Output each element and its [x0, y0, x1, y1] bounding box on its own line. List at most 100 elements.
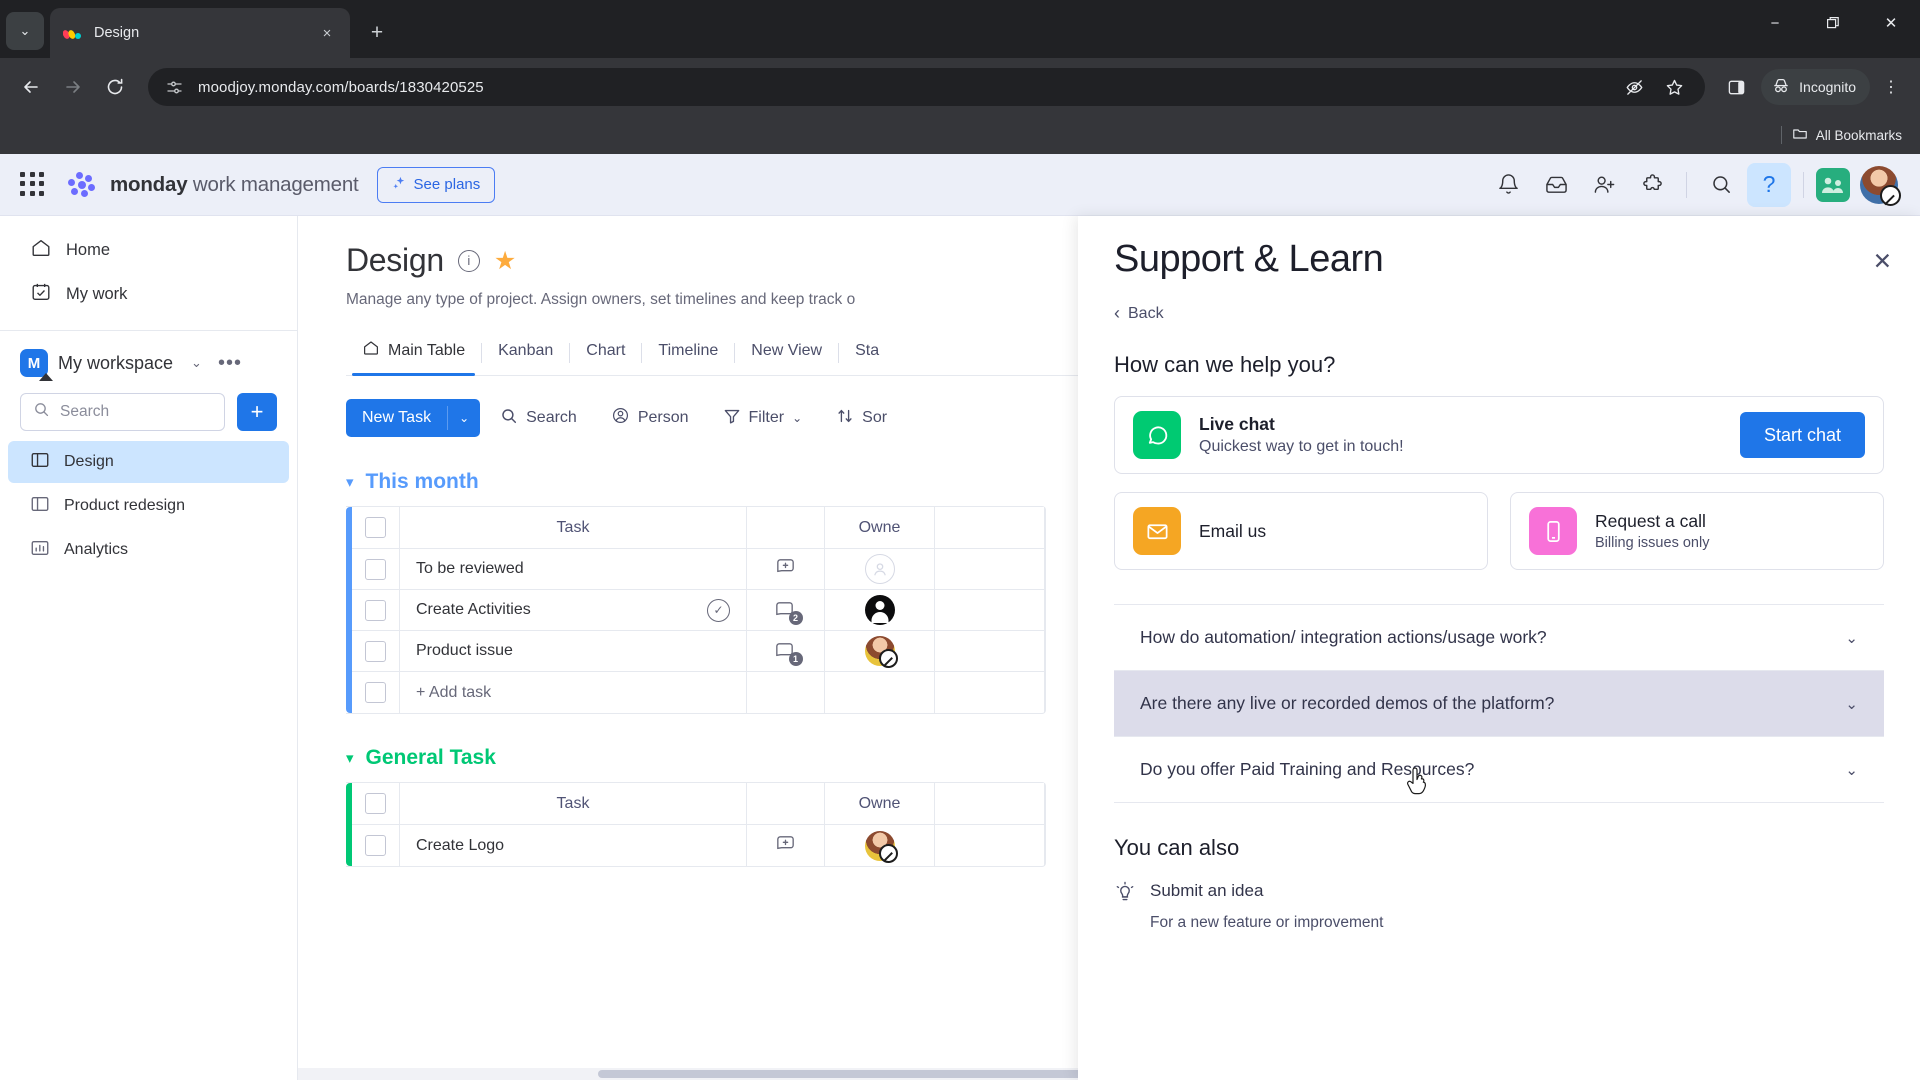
site-settings-icon[interactable] — [162, 75, 186, 99]
bookmark-star-icon[interactable] — [1657, 70, 1691, 104]
new-task-button[interactable]: New Task ⌄ — [346, 399, 481, 437]
eye-off-icon[interactable] — [1617, 70, 1651, 104]
help-question-icon[interactable]: ? — [1747, 162, 1791, 207]
reload-icon[interactable] — [96, 68, 134, 106]
user-avatar[interactable] — [1860, 165, 1901, 206]
faq-item[interactable]: Do you offer Paid Training and Resources… — [1114, 737, 1884, 803]
tab-search-button[interactable]: ⌄ — [6, 12, 44, 50]
group-title[interactable]: This month — [366, 470, 479, 494]
add-task-row[interactable]: + Add task — [352, 672, 1045, 713]
row-extra-cell[interactable] — [935, 825, 1045, 866]
workspace-menu-icon[interactable]: ••• — [218, 352, 242, 375]
column-header-owner[interactable]: Owne — [825, 507, 935, 548]
board-search-button[interactable]: Search — [486, 399, 591, 438]
search-input[interactable]: Search — [20, 393, 225, 431]
sidebar-item-home[interactable]: Home — [8, 228, 289, 272]
comment-icon[interactable]: 2 — [773, 598, 803, 625]
workspace-row[interactable]: M My workspace ⌄ ••• — [0, 341, 297, 385]
notifications-bell-icon[interactable] — [1486, 163, 1530, 207]
forward-icon[interactable] — [54, 68, 92, 106]
incognito-indicator[interactable]: Incognito — [1761, 69, 1870, 105]
row-owner-cell[interactable] — [825, 549, 935, 589]
table-row[interactable]: Product issue 1 — [352, 631, 1045, 672]
avatar[interactable] — [864, 636, 898, 668]
table-row[interactable]: Create Logo — [352, 825, 1045, 866]
add-task-label[interactable]: + Add task — [400, 672, 747, 713]
email-us-card[interactable]: Email us — [1114, 492, 1488, 570]
sidebar-item-my-work[interactable]: My work — [8, 272, 289, 316]
tab-main-table[interactable]: Main Table — [346, 331, 481, 376]
close-window-icon[interactable]: ✕ — [1862, 0, 1920, 46]
add-comment-icon[interactable] — [774, 555, 797, 583]
empty-avatar[interactable] — [864, 554, 895, 584]
row-owner-cell[interactable] — [825, 825, 935, 866]
sidebar-item-design[interactable]: Design — [8, 441, 289, 483]
minimize-icon[interactable]: − — [1746, 0, 1804, 46]
faq-item[interactable]: Are there any live or recorded demos of … — [1114, 671, 1884, 737]
row-checkbox[interactable] — [365, 558, 386, 580]
row-owner-cell[interactable] — [825, 631, 935, 671]
close-icon[interactable]: ✕ — [1873, 248, 1892, 275]
chevron-down-icon[interactable]: ⌄ — [792, 411, 802, 425]
tab-chart[interactable]: Chart — [570, 334, 641, 373]
chevron-down-icon[interactable]: ▾ — [346, 473, 354, 491]
tab-new-view[interactable]: New View — [735, 334, 838, 373]
address-bar[interactable]: moodjoy.monday.com/boards/1830420525 — [148, 68, 1706, 106]
new-tab-icon[interactable]: + — [360, 16, 394, 50]
row-checkbox[interactable] — [365, 599, 386, 621]
close-tab-icon[interactable]: × — [316, 22, 338, 44]
apps-puzzle-icon[interactable] — [1630, 163, 1674, 207]
start-chat-button[interactable]: Start chat — [1739, 412, 1865, 458]
row-chat-cell[interactable]: 2 — [747, 590, 825, 630]
comment-icon[interactable]: 1 — [773, 639, 803, 666]
tab-kanban[interactable]: Kanban — [482, 334, 569, 373]
row-chat-cell[interactable] — [747, 825, 825, 866]
tab-more[interactable]: Sta — [839, 334, 895, 373]
select-all-checkbox[interactable] — [365, 517, 386, 538]
chevron-down-icon[interactable]: ⌄ — [1845, 695, 1858, 713]
favorite-star-icon[interactable]: ★ — [494, 246, 516, 276]
add-comment-icon[interactable] — [774, 832, 797, 860]
task-name[interactable]: Product issue — [400, 631, 747, 671]
row-extra-cell[interactable] — [935, 631, 1045, 671]
person-filter-button[interactable]: Person — [597, 398, 703, 438]
submit-an-idea-item[interactable]: Submit an idea — [1114, 881, 1884, 908]
add-board-button[interactable]: + — [237, 393, 277, 431]
back-button[interactable]: ‹ Back — [1114, 303, 1884, 324]
select-all-checkbox[interactable] — [365, 793, 386, 814]
column-header-task[interactable]: Task — [400, 783, 747, 824]
see-plans-button[interactable]: See plans — [376, 166, 496, 203]
chevron-down-icon[interactable]: ⌄ — [191, 355, 202, 371]
row-checkbox[interactable] — [365, 682, 386, 703]
search-icon[interactable] — [1699, 163, 1743, 207]
inbox-icon[interactable] — [1534, 163, 1578, 207]
tab-timeline[interactable]: Timeline — [642, 334, 734, 373]
row-chat-cell[interactable] — [747, 549, 825, 589]
info-icon[interactable]: i — [457, 249, 480, 272]
chevron-down-icon[interactable]: ⌄ — [1845, 629, 1858, 647]
task-name[interactable]: Create Activities ✓ — [400, 590, 747, 630]
avatar[interactable] — [864, 595, 895, 625]
row-checkbox[interactable] — [365, 640, 386, 662]
browser-menu-icon[interactable]: ⋮ — [1874, 70, 1908, 104]
task-name[interactable]: To be reviewed — [400, 549, 747, 589]
sort-button[interactable]: Sor — [822, 399, 901, 438]
group-title[interactable]: General Task — [366, 746, 496, 770]
table-row[interactable]: To be reviewed — [352, 549, 1045, 590]
back-icon[interactable] — [12, 68, 50, 106]
avatar[interactable] — [864, 830, 898, 863]
row-extra-cell[interactable] — [935, 549, 1045, 589]
row-owner-cell[interactable] — [825, 590, 935, 630]
chevron-down-icon[interactable]: ▾ — [346, 749, 354, 767]
sidebar-item-analytics[interactable]: Analytics — [8, 529, 289, 571]
sidebar-item-product-redesign[interactable]: Product redesign — [8, 485, 289, 527]
row-extra-cell[interactable] — [935, 590, 1045, 630]
table-row[interactable]: Create Activities ✓ 2 — [352, 590, 1045, 631]
column-header-owner[interactable]: Owne — [825, 783, 935, 824]
row-chat-cell[interactable]: 1 — [747, 631, 825, 671]
side-panel-icon[interactable] — [1719, 70, 1753, 104]
monday-brand[interactable]: monday work management — [66, 171, 359, 198]
request-a-call-card[interactable]: Request a call Billing issues only — [1510, 492, 1884, 570]
invite-member-icon[interactable] — [1582, 163, 1626, 207]
faq-item[interactable]: How do automation/ integration actions/u… — [1114, 605, 1884, 671]
